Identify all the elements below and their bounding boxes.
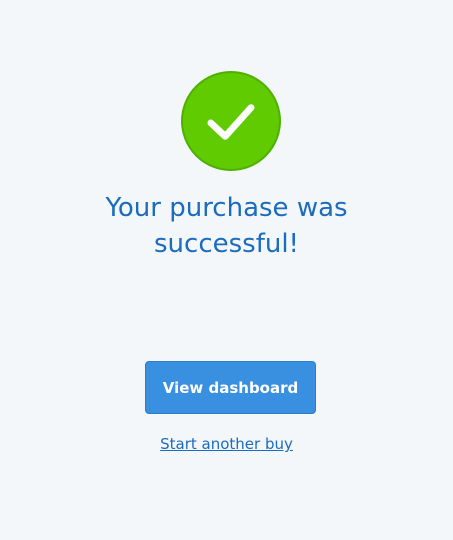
success-badge	[181, 71, 281, 171]
checkmark-icon	[207, 104, 255, 140]
success-message-line-2: successful!	[154, 229, 299, 259]
success-message: Your purchase was successful!	[0, 190, 453, 262]
start-another-buy-link[interactable]: Start another buy	[0, 435, 453, 453]
success-message-line-1: Your purchase was	[105, 193, 348, 223]
view-dashboard-button[interactable]: View dashboard	[145, 361, 316, 414]
